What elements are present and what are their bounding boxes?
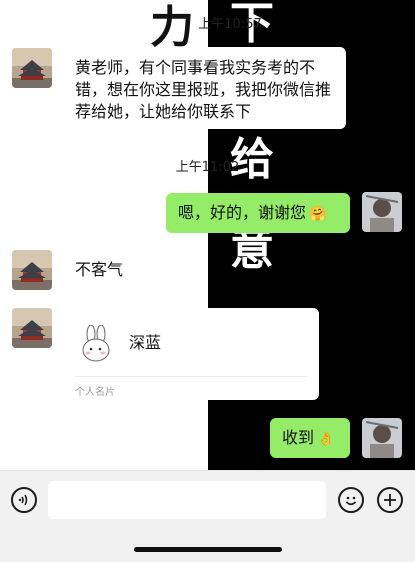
contact-avatar[interactable]: [12, 48, 52, 88]
voice-icon[interactable]: [11, 487, 37, 513]
message-text: 嗯，好的，谢谢您: [178, 203, 307, 222]
message-input[interactable]: [48, 481, 326, 519]
plus-icon[interactable]: [377, 487, 403, 513]
self-avatar[interactable]: [362, 192, 402, 232]
contact-card-label: 个人名片: [75, 387, 115, 398]
wallpaper-char: 意: [230, 224, 274, 275]
message-bubble-self[interactable]: 嗯，好的，谢谢您 🤗: [166, 193, 350, 233]
divider: [75, 376, 307, 377]
contact-avatar[interactable]: [12, 308, 52, 348]
hug-emoji-icon: 🤗: [309, 206, 327, 222]
self-avatar[interactable]: [362, 418, 402, 458]
bunny-avatar-icon: [77, 324, 115, 363]
message-bubble-self[interactable]: 收到 👌: [270, 418, 350, 458]
message-text: 黄老师，有个同事看我实务考的不错，想在你这里报班，我把你微信推荐给她，让她给你联…: [75, 58, 332, 121]
contact-card[interactable]: 深蓝 个人名片: [63, 308, 319, 400]
message-text: 不客气: [75, 260, 124, 279]
message-bubble[interactable]: 黄老师，有个同事看我实务考的不错，想在你这里报班，我把你微信推荐给她，让她给你联…: [63, 47, 346, 129]
timestamp: 上午11:02: [175, 160, 240, 175]
message-text: 收到: [282, 428, 315, 447]
timestamp: 上午10:57: [198, 17, 262, 32]
message-bubble[interactable]: 不客气: [63, 250, 139, 290]
emoji-icon[interactable]: [338, 487, 364, 513]
home-indicator[interactable]: [134, 547, 282, 552]
ok-hand-emoji-icon: 👌: [317, 431, 335, 447]
contact-card-name: 深蓝: [129, 333, 162, 352]
contact-avatar[interactable]: [12, 250, 52, 290]
